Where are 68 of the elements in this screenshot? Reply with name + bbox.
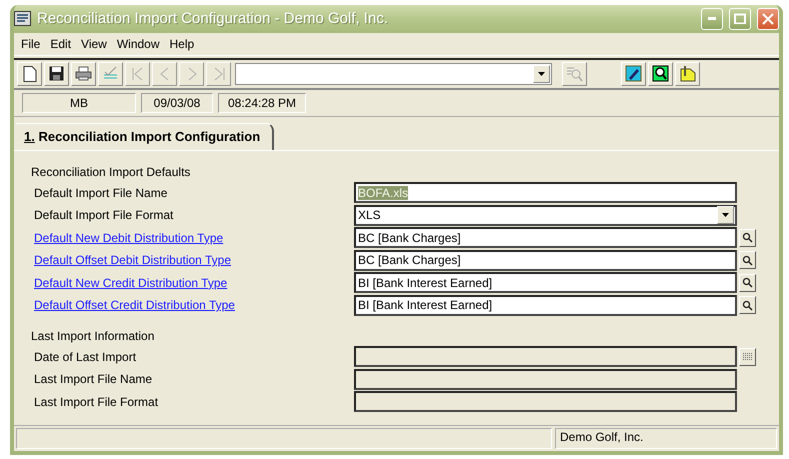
toolbar-button[interactable] bbox=[44, 62, 69, 86]
field-label: Last Import File Format bbox=[33, 394, 160, 409]
field-value: BC [Bank Charges] bbox=[358, 230, 461, 245]
minimize-icon bbox=[708, 17, 716, 20]
calendar-button[interactable] bbox=[739, 348, 756, 366]
app-icon bbox=[14, 11, 31, 26]
save-icon bbox=[49, 66, 64, 81]
window-title: Reconciliation Import Configuration - Demo Golf, Inc. bbox=[37, 10, 389, 28]
toolbar-button[interactable] bbox=[71, 62, 96, 86]
field-label: Default Import File Format bbox=[33, 208, 174, 222]
info-pane: 09/03/08 bbox=[141, 92, 213, 112]
search-icon bbox=[742, 300, 753, 311]
field-value: XLS bbox=[358, 208, 381, 222]
menu-item[interactable]: Window bbox=[112, 36, 165, 52]
lookup-field[interactable]: BC [Bank Charges] bbox=[354, 227, 737, 248]
record-combo-field[interactable] bbox=[235, 62, 552, 84]
dropdown-button[interactable] bbox=[533, 64, 550, 82]
lookup-button[interactable] bbox=[739, 228, 756, 247]
magnifier-screen-icon bbox=[652, 65, 669, 82]
blank-page-icon bbox=[22, 66, 36, 82]
field-label: Default Import File Name bbox=[33, 186, 168, 200]
caret-icon bbox=[722, 213, 729, 218]
field-value: BI [Bank Interest Earned] bbox=[358, 298, 492, 312]
search-icon bbox=[742, 277, 753, 288]
note-clip-icon bbox=[679, 65, 696, 82]
screen-edit-icon bbox=[625, 65, 642, 82]
dropdown-field[interactable]: XLS bbox=[354, 204, 737, 226]
dropdown-button[interactable] bbox=[717, 206, 734, 224]
field-value: BOFA.xls bbox=[358, 186, 408, 200]
menu-item[interactable]: View bbox=[76, 36, 112, 52]
field-value: BI [Bank Interest Earned] bbox=[358, 276, 492, 290]
section-heading: Reconciliation Import Defaults bbox=[31, 164, 192, 178]
field-label: Last Import File Name bbox=[33, 372, 154, 386]
info-pane: 08:24:28 PM bbox=[218, 92, 306, 112]
field-label: Date of Last Import bbox=[33, 350, 138, 364]
toolbar-button[interactable] bbox=[17, 62, 42, 86]
menu-item[interactable]: Help bbox=[164, 36, 200, 52]
maximize-button[interactable] bbox=[729, 8, 751, 30]
lookup-field[interactable]: BI [Bank Interest Earned] bbox=[354, 294, 737, 316]
search-icon bbox=[742, 254, 753, 266]
maximize-icon bbox=[734, 13, 746, 24]
toolbar-button[interactable] bbox=[621, 62, 646, 86]
lookup-field[interactable]: BC [Bank Charges] bbox=[354, 250, 737, 271]
menu-item[interactable]: File bbox=[16, 36, 46, 52]
minimize-button[interactable] bbox=[701, 8, 723, 30]
field-value: BC [Bank Charges] bbox=[358, 253, 461, 268]
caret-icon bbox=[538, 72, 545, 76]
lookup-button[interactable] bbox=[739, 251, 756, 270]
lookup-button[interactable] bbox=[739, 296, 756, 314]
printer-icon bbox=[75, 66, 92, 81]
menu-item[interactable]: Edit bbox=[45, 36, 76, 52]
checkmark-lines-icon bbox=[102, 66, 119, 81]
close-button[interactable] bbox=[757, 8, 779, 30]
magnifier-list-icon bbox=[566, 66, 583, 82]
field-link[interactable]: Default New Credit Distribution Type bbox=[31, 276, 354, 290]
toolbar-button[interactable] bbox=[675, 62, 700, 86]
tab[interactable]: 1. Reconciliation Import Configuration bbox=[16, 122, 274, 150]
lookup-field[interactable]: BI [Bank Interest Earned] bbox=[354, 272, 737, 294]
toolbar-button[interactable] bbox=[648, 62, 673, 86]
close-icon bbox=[762, 12, 774, 25]
search-icon bbox=[742, 232, 753, 244]
field-link[interactable]: Default Offset Credit Distribution Type bbox=[31, 298, 354, 312]
lookup-button[interactable] bbox=[739, 274, 756, 292]
section-heading: Last Import Information bbox=[31, 328, 156, 342]
field-link[interactable]: Default Offset Debit Distribution Type bbox=[31, 253, 354, 268]
status-company: Demo Golf, Inc. bbox=[555, 428, 777, 449]
info-pane: MB bbox=[22, 92, 136, 112]
field-link[interactable]: Default New Debit Distribution Type bbox=[31, 230, 354, 245]
